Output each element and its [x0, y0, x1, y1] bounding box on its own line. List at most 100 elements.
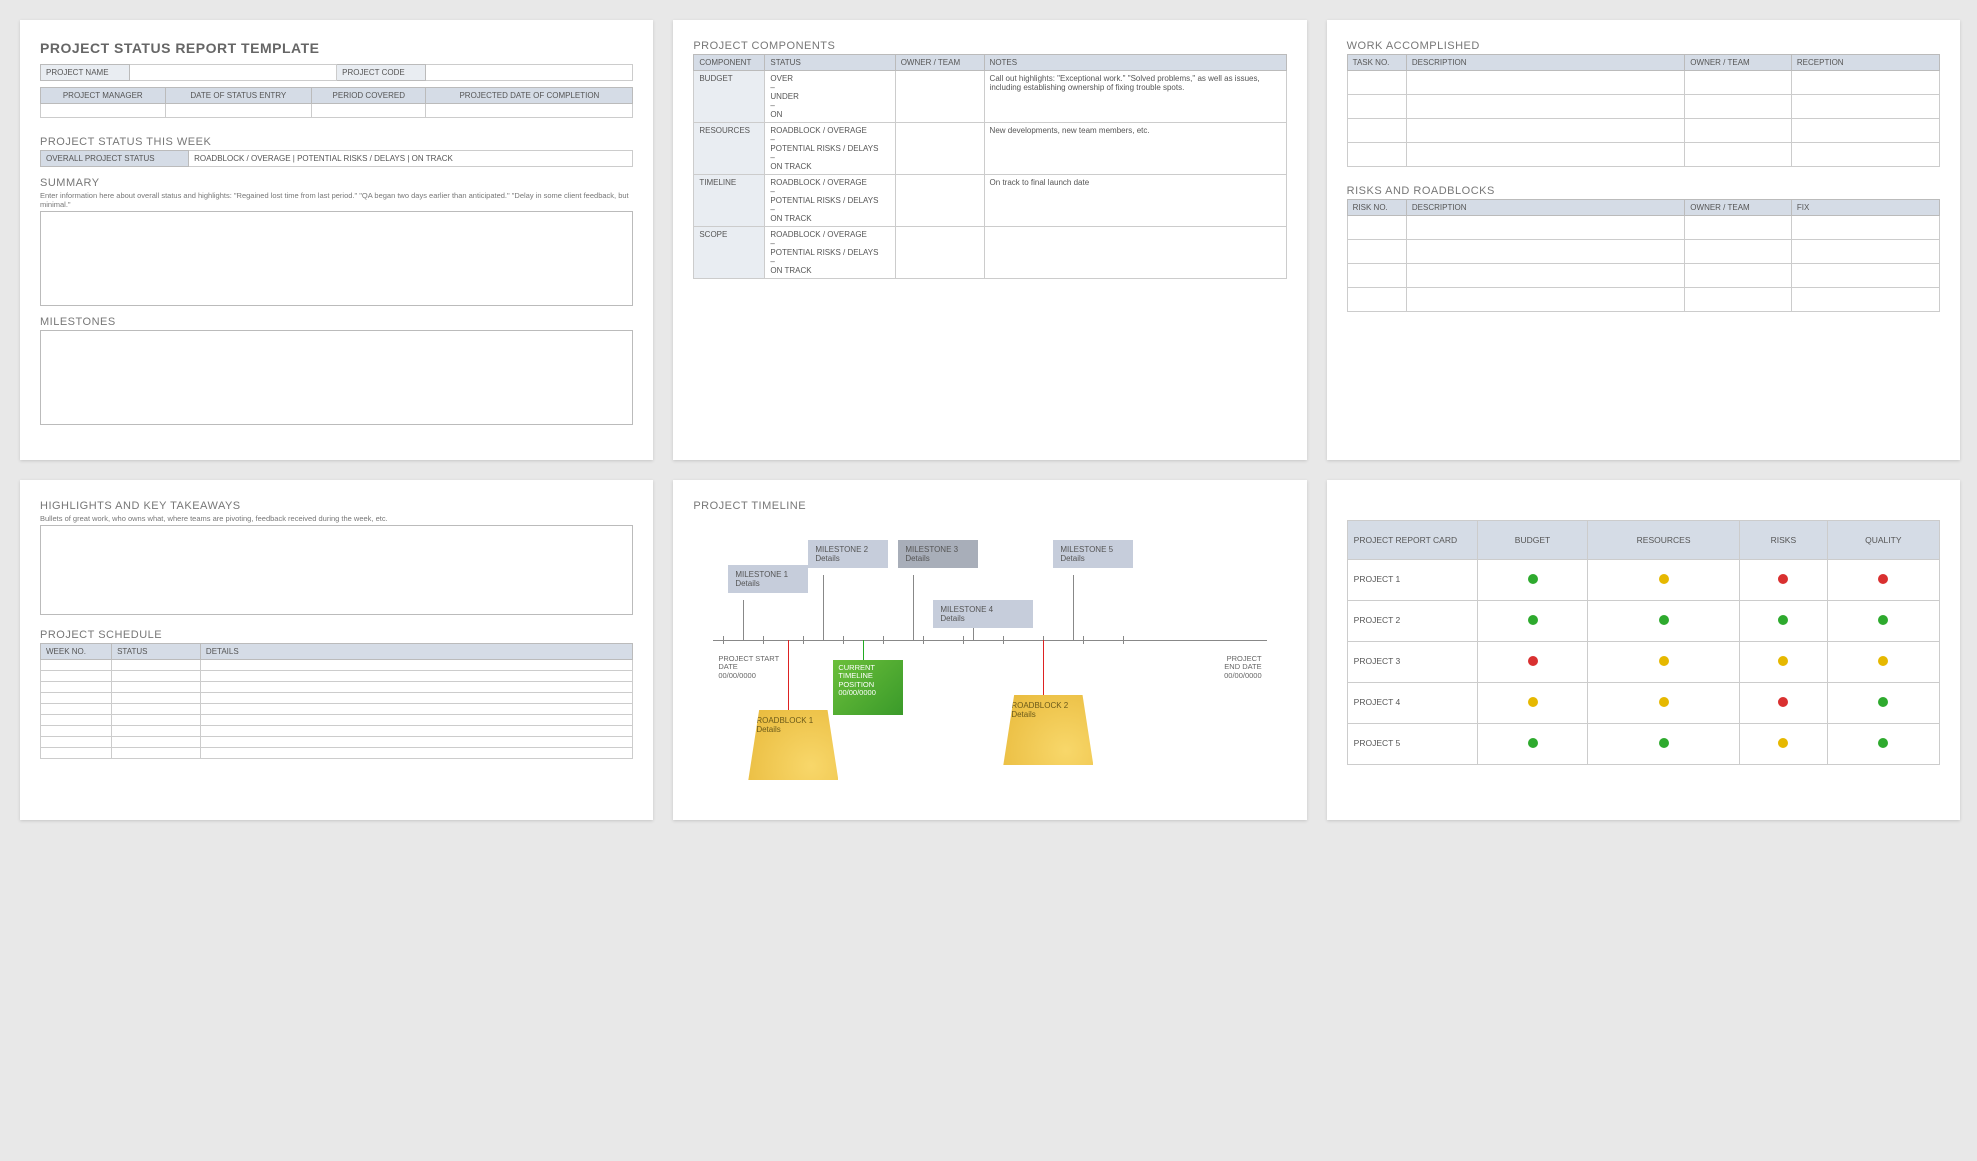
rcol-owner: OWNER / TEAM: [1685, 200, 1792, 216]
status-dot-red: [1878, 574, 1888, 584]
row-budget-status: OVER – UNDER – ON: [765, 71, 895, 123]
row-timeline-notes: On track to final launch date: [984, 175, 1286, 227]
status-dot-green: [1528, 574, 1538, 584]
rc-row-2: PROJECT 2: [1347, 601, 1939, 642]
tick: [723, 636, 724, 644]
page-5: PROJECT TIMELINE MILESTONE 1 Details MIL…: [673, 480, 1306, 820]
rccol-quality: QUALITY: [1827, 521, 1939, 560]
field-completion[interactable]: [426, 104, 633, 118]
section-milestones: MILESTONES: [40, 316, 633, 328]
label-completion: PROJECTED DATE OF COMPLETION: [426, 88, 633, 104]
m2-box: MILESTONE 2 Details: [808, 540, 888, 568]
milestones-box[interactable]: [40, 330, 633, 425]
section-status-week: PROJECT STATUS THIS WEEK: [40, 136, 633, 148]
row-budget-owner[interactable]: [895, 71, 984, 123]
status-dot-green: [1878, 738, 1888, 748]
rcell[interactable]: [1347, 216, 1406, 240]
rccol-name: PROJECT REPORT CARD: [1347, 521, 1477, 560]
tick: [963, 636, 964, 644]
field-project-code[interactable]: [426, 65, 633, 81]
rcol-desc: DESCRIPTION: [1406, 200, 1684, 216]
tick: [803, 636, 804, 644]
status-week-row: OVERALL PROJECT STATUS ROADBLOCK / OVERA…: [40, 150, 633, 167]
status-dot-green: [1878, 697, 1888, 707]
wcol-owner: OWNER / TEAM: [1685, 55, 1792, 71]
label-period: PERIOD COVERED: [312, 88, 426, 104]
project-meta-row1: PROJECT NAME PROJECT CODE: [40, 64, 633, 81]
field-period[interactable]: [312, 104, 426, 118]
status-dot-green: [1778, 615, 1788, 625]
rcol-fix: FIX: [1791, 200, 1939, 216]
status-dot-yellow: [1528, 697, 1538, 707]
field-project-name[interactable]: [129, 65, 336, 81]
rccol-risks: RISKS: [1740, 521, 1828, 560]
m5-box: MILESTONE 5 Details: [1053, 540, 1133, 568]
m4-box: MILESTONE 4 Details: [933, 600, 1033, 628]
status-dot-green: [1659, 738, 1669, 748]
summary-hint: Enter information here about overall sta…: [40, 191, 633, 209]
summary-box[interactable]: [40, 211, 633, 306]
status-dot-green: [1528, 615, 1538, 625]
row-scope-owner[interactable]: [895, 227, 984, 279]
wcol-desc: DESCRIPTION: [1406, 55, 1684, 71]
label-project-name: PROJECT NAME: [41, 65, 130, 81]
m3-box: MILESTONE 3 Details: [898, 540, 978, 568]
section-schedule: PROJECT SCHEDULE: [40, 629, 633, 641]
page-6: PROJECT REPORT CARD BUDGET RESOURCES RIS…: [1327, 480, 1960, 820]
tick: [763, 636, 764, 644]
wcell[interactable]: [1347, 71, 1406, 95]
rcol-risk: RISK NO.: [1347, 200, 1406, 216]
tick: [1123, 636, 1124, 644]
tick: [843, 636, 844, 644]
rc-row-3: PROJECT 3: [1347, 642, 1939, 683]
status-dot-yellow: [1659, 574, 1669, 584]
highlights-box[interactable]: [40, 525, 633, 615]
rc-row-4: PROJECT 4: [1347, 683, 1939, 724]
col-notes: NOTES: [984, 55, 1286, 71]
m1-box: MILESTONE 1 Details: [728, 565, 808, 593]
row-resources-owner[interactable]: [895, 123, 984, 175]
row-resources-status: ROADBLOCK / OVERAGE – POTENTIAL RISKS / …: [765, 123, 895, 175]
row-timeline-owner[interactable]: [895, 175, 984, 227]
col-owner: OWNER / TEAM: [895, 55, 984, 71]
rcell[interactable]: [1347, 264, 1406, 288]
rccol-resources: RESOURCES: [1588, 521, 1740, 560]
tick: [923, 636, 924, 644]
risks-table: RISK NO. DESCRIPTION OWNER / TEAM FIX: [1347, 199, 1940, 312]
status-dot-yellow: [1659, 656, 1669, 666]
wcell[interactable]: [1347, 143, 1406, 167]
m2-pin: [823, 575, 824, 640]
rcell[interactable]: [1347, 240, 1406, 264]
row-resources-comp: RESOURCES: [694, 123, 765, 175]
rb1-pin: [788, 640, 789, 710]
wcol-reception: RECEPTION: [1791, 55, 1939, 71]
col-status: STATUS: [765, 55, 895, 71]
field-date-entry[interactable]: [165, 104, 311, 118]
m3-pin: [913, 575, 914, 640]
page-2: PROJECT COMPONENTS COMPONENT STATUS OWNE…: [673, 20, 1306, 460]
page-4: HIGHLIGHTS AND KEY TAKEAWAYS Bullets of …: [20, 480, 653, 820]
section-components: PROJECT COMPONENTS: [693, 40, 1286, 52]
label-project-code: PROJECT CODE: [337, 65, 426, 81]
status-dot-green: [1659, 615, 1669, 625]
start-label: PROJECT START DATE 00/00/0000: [718, 655, 779, 680]
section-summary: SUMMARY: [40, 177, 633, 189]
status-dot-yellow: [1659, 697, 1669, 707]
field-manager[interactable]: [41, 104, 166, 118]
wcell[interactable]: [1347, 119, 1406, 143]
cp-pin: [863, 640, 864, 660]
tick: [1003, 636, 1004, 644]
wcell[interactable]: [1347, 95, 1406, 119]
template-gallery: PROJECT STATUS REPORT TEMPLATE PROJECT N…: [20, 20, 1960, 820]
current-position: CURRENT TIMELINE POSITION 00/00/0000: [833, 660, 903, 715]
section-highlights: HIGHLIGHTS AND KEY TAKEAWAYS: [40, 500, 633, 512]
label-overall-status: OVERALL PROJECT STATUS: [41, 151, 189, 167]
rcell[interactable]: [1347, 288, 1406, 312]
timeline-axis: [713, 640, 1266, 641]
row-scope-notes[interactable]: [984, 227, 1286, 279]
page-3: WORK ACCOMPLISHED TASK NO. DESCRIPTION O…: [1327, 20, 1960, 460]
row-scope-status: ROADBLOCK / OVERAGE – POTENTIAL RISKS / …: [765, 227, 895, 279]
tick: [883, 636, 884, 644]
row-resources-notes: New developments, new team members, etc.: [984, 123, 1286, 175]
row-scope-comp: SCOPE: [694, 227, 765, 279]
